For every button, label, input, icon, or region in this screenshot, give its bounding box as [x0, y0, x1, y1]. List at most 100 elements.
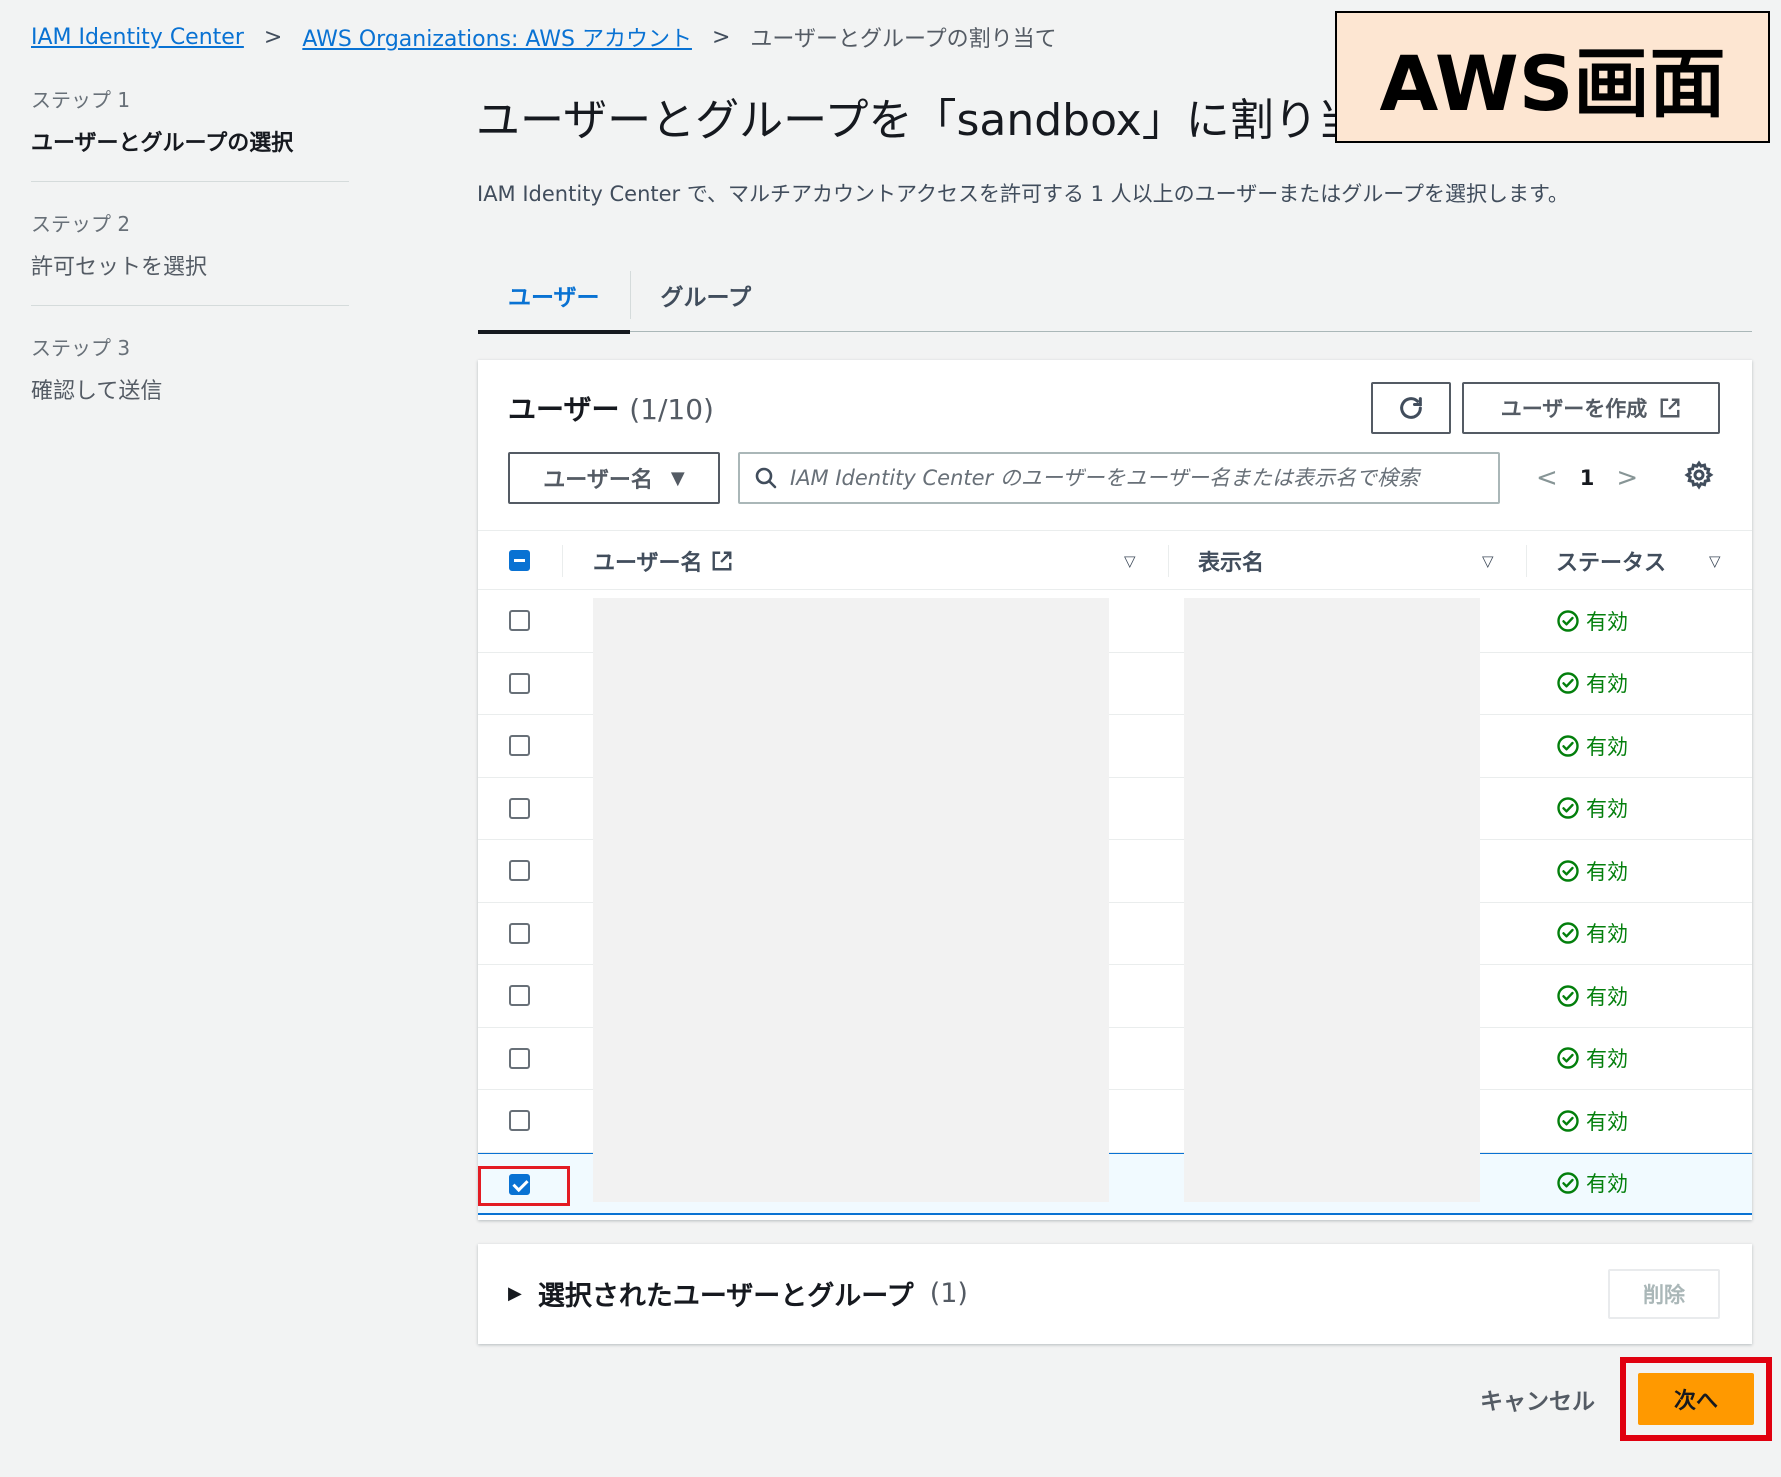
status-badge: 有効 — [1556, 903, 1628, 965]
check-circle-icon — [1556, 1046, 1580, 1070]
check-circle-icon — [1556, 1109, 1580, 1133]
row-checkbox[interactable] — [509, 797, 530, 819]
selected-users-groups-section: ▶ 選択されたユーザーとグループ (1) 削除 — [478, 1244, 1752, 1344]
check-circle-icon — [1556, 859, 1580, 883]
row-checkbox[interactable] — [509, 1110, 530, 1131]
row-checkbox[interactable] — [509, 985, 530, 1006]
selected-section-header[interactable]: ▶ 選択されたユーザーとグループ (1) — [508, 1274, 968, 1313]
row-checkbox[interactable] — [509, 672, 530, 694]
status-badge: 有効 — [1556, 1028, 1628, 1090]
column-header-label: 表示名 — [1198, 551, 1265, 576]
column-divider — [1526, 545, 1527, 577]
sort-icon[interactable]: ▽ — [1124, 531, 1136, 591]
wizard-step-1[interactable]: ステップ 1 ユーザーとグループの選択 — [31, 84, 349, 182]
status-text: 有効 — [1586, 1047, 1628, 1072]
column-header-status[interactable]: ステータス — [1556, 531, 1666, 591]
create-user-label: ユーザーを作成 — [1500, 397, 1648, 421]
check-circle-icon — [1556, 671, 1580, 695]
step-name: ユーザーとグループの選択 — [31, 131, 294, 156]
table-header-row: ユーザー名 ▽ 表示名 ▽ ステータス ▽ — [478, 530, 1752, 590]
users-table-count: (1/10) — [629, 393, 714, 426]
previous-page-icon[interactable]: < — [1536, 463, 1558, 493]
current-page-number[interactable]: 1 — [1580, 466, 1595, 490]
refresh-icon — [1400, 397, 1422, 419]
property-filter-value: ユーザー名 — [543, 468, 653, 493]
step-number: ステップ 2 — [31, 212, 131, 236]
status-badge: 有効 — [1556, 778, 1628, 840]
users-table-header: ユーザー (1/10) — [508, 388, 714, 428]
chevron-right-icon: > — [711, 24, 731, 50]
status-text: 有効 — [1586, 609, 1628, 634]
next-button[interactable]: 次へ — [1638, 1373, 1754, 1425]
breadcrumb-link-identity-center[interactable]: IAM Identity Center — [31, 25, 244, 50]
external-link-icon — [712, 551, 732, 571]
check-circle-icon — [1556, 984, 1580, 1008]
users-table-container: ユーザー (1/10) ユーザーを作成 ユーザー名 ▼ < 1 > — [478, 360, 1752, 1220]
create-user-button[interactable]: ユーザーを作成 — [1462, 382, 1720, 434]
row-checkbox[interactable] — [509, 735, 530, 756]
remove-button[interactable]: 削除 — [1608, 1269, 1720, 1319]
step-number: ステップ 1 — [31, 88, 131, 112]
column-header-username[interactable]: ユーザー名 — [593, 531, 733, 591]
status-badge: 有効 — [1556, 1090, 1628, 1152]
next-page-icon[interactable]: > — [1616, 463, 1638, 493]
wizard-step-3: ステップ 3 確認して送信 — [31, 332, 349, 429]
property-filter-select[interactable]: ユーザー名 ▼ — [508, 452, 720, 504]
highlight-box-checkbox — [478, 1166, 570, 1206]
check-circle-icon — [1556, 734, 1580, 758]
breadcrumb-link-aws-accounts[interactable]: AWS Organizations: AWS アカウント — [302, 21, 692, 53]
breadcrumb-current: ユーザーとグループの割り当て — [750, 27, 1057, 52]
status-badge: 有効 — [1556, 653, 1628, 715]
caret-down-icon: ▼ — [670, 467, 685, 489]
status-text: 有効 — [1586, 922, 1628, 947]
refresh-button[interactable] — [1371, 382, 1451, 434]
row-checkbox[interactable] — [509, 610, 530, 631]
caret-right-icon: ▶ — [508, 1283, 522, 1304]
redacted-usernames — [593, 598, 1109, 1202]
status-badge: 有効 — [1556, 1154, 1628, 1214]
search-input[interactable] — [790, 466, 1470, 490]
breadcrumb: IAM Identity Center > AWS Organizations:… — [31, 21, 1057, 53]
row-checkbox[interactable] — [509, 922, 530, 944]
sort-icon[interactable]: ▽ — [1482, 531, 1494, 591]
redacted-display-names — [1184, 598, 1480, 1202]
tabs: ユーザー グループ — [478, 258, 1752, 334]
status-text: 有効 — [1586, 984, 1628, 1009]
column-divider — [1168, 545, 1169, 577]
column-divider — [562, 545, 563, 577]
column-header-display-name[interactable]: 表示名 — [1198, 531, 1264, 591]
row-checkbox[interactable] — [509, 1047, 530, 1069]
check-circle-icon — [1556, 1171, 1580, 1195]
select-all-checkbox[interactable] — [509, 550, 530, 571]
check-circle-icon — [1556, 796, 1580, 820]
wizard-steps: ステップ 1 ユーザーとグループの選択 ステップ 2 許可セットを選択 ステップ… — [31, 84, 349, 455]
selected-section-title: 選択されたユーザーとグループ — [537, 1281, 914, 1312]
status-text: 有効 — [1586, 797, 1628, 822]
status-badge: 有効 — [1556, 840, 1628, 902]
check-circle-icon — [1556, 609, 1580, 633]
wizard-step-2: ステップ 2 許可セットを選択 — [31, 208, 349, 306]
external-link-icon — [1660, 398, 1680, 418]
sort-icon[interactable]: ▽ — [1709, 531, 1721, 591]
status-text: 有効 — [1586, 1109, 1628, 1134]
step-name: 確認して送信 — [31, 379, 163, 404]
cancel-button[interactable]: キャンセル — [1480, 1382, 1595, 1416]
status-text: 有効 — [1586, 1172, 1628, 1197]
gear-icon — [1684, 460, 1714, 490]
tab-groups[interactable]: グループ — [631, 258, 782, 332]
search-field[interactable] — [738, 452, 1500, 504]
step-name: 許可セットを選択 — [31, 255, 208, 280]
column-header-label: ステータス — [1556, 551, 1667, 576]
selected-section-count: (1) — [929, 1278, 968, 1309]
tab-users[interactable]: ユーザー — [478, 258, 630, 334]
status-badge: 有効 — [1556, 590, 1628, 652]
status-text: 有効 — [1586, 672, 1628, 697]
status-badge: 有効 — [1556, 965, 1628, 1027]
row-checkbox[interactable] — [509, 860, 530, 881]
page-description: IAM Identity Center で、マルチアカウントアクセスを許可する … — [477, 182, 1569, 206]
status-text: 有効 — [1586, 734, 1628, 759]
status-badge: 有効 — [1556, 715, 1628, 777]
table-preferences-button[interactable] — [1684, 460, 1714, 494]
check-circle-icon — [1556, 921, 1580, 945]
chevron-right-icon: > — [263, 24, 283, 50]
